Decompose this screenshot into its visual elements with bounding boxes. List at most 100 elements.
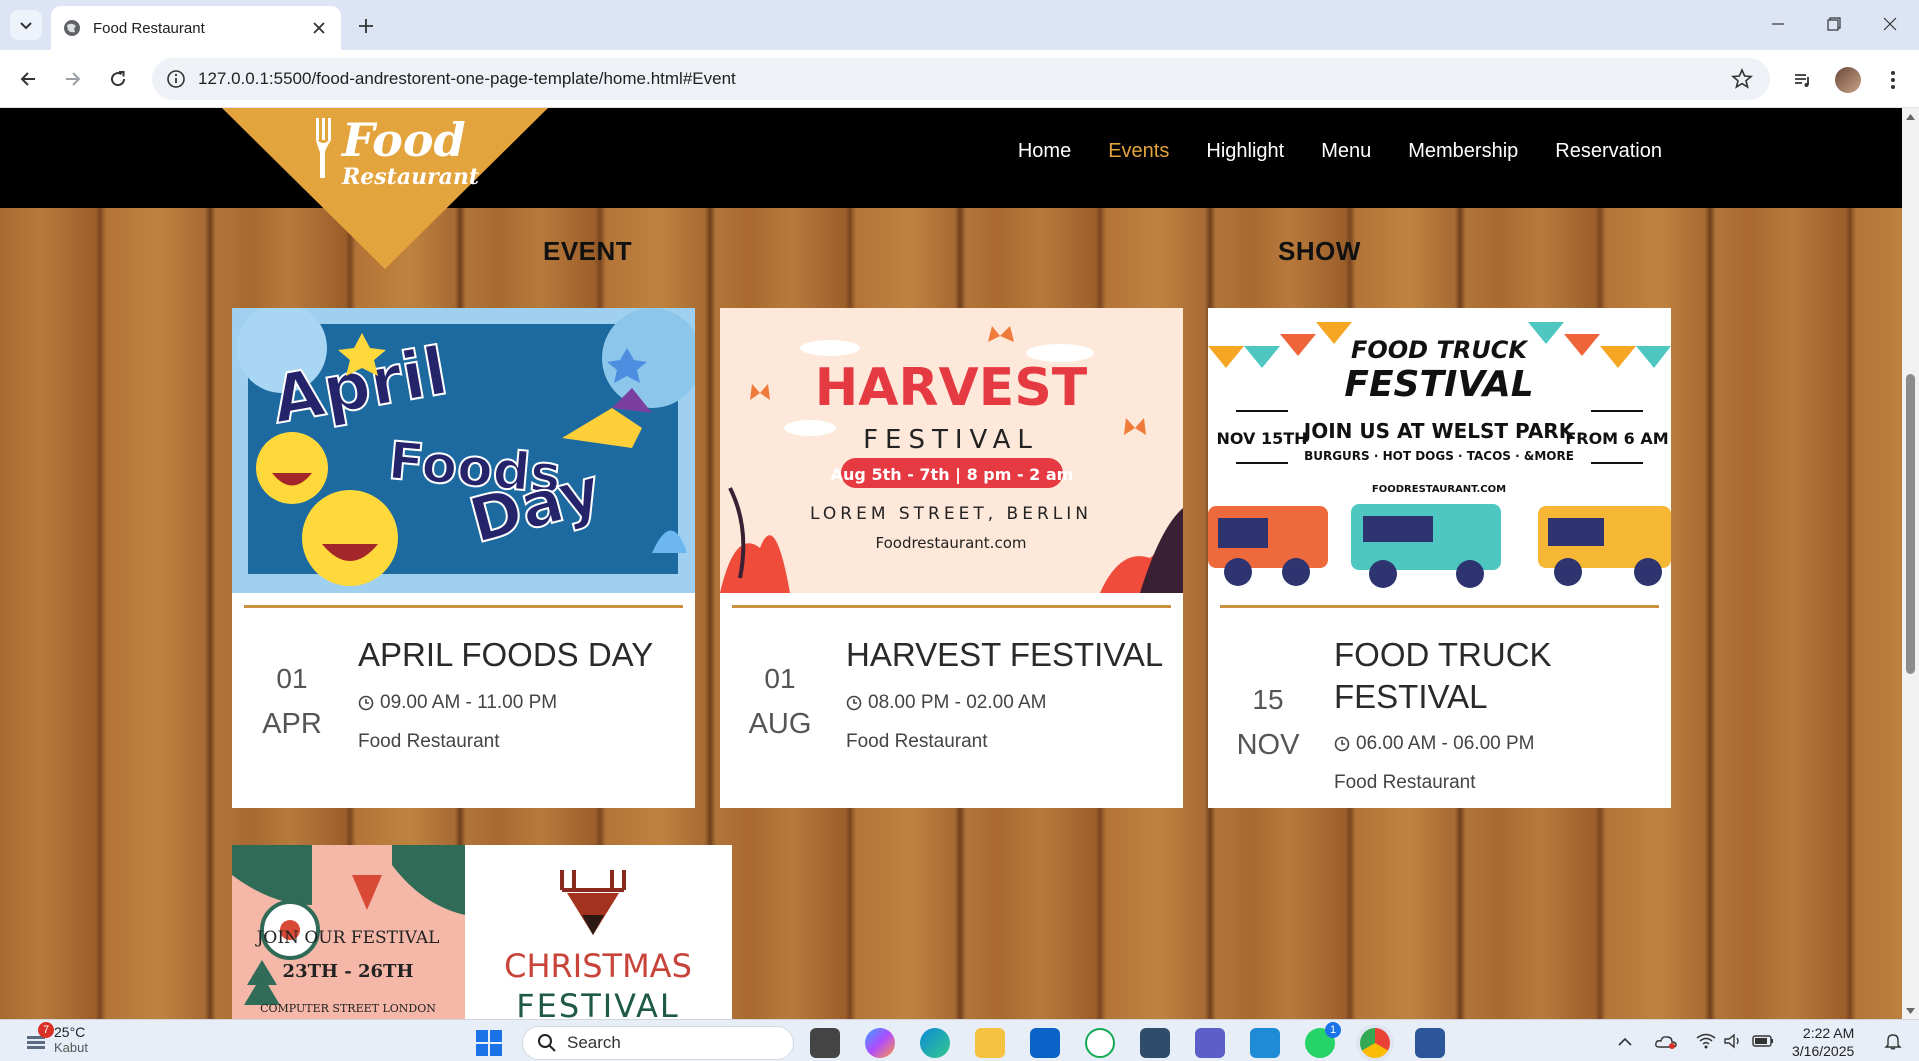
mysql-workbench-icon[interactable]	[1140, 1028, 1170, 1058]
svg-text:COMPUTER STREET LONDON: COMPUTER STREET LONDON	[260, 1002, 436, 1015]
search-icon	[538, 1034, 556, 1052]
chrome-icon[interactable]	[1360, 1028, 1390, 1058]
edge-icon[interactable]	[920, 1028, 950, 1058]
notification-bell-icon[interactable]	[1882, 1030, 1904, 1052]
profile-button[interactable]	[1831, 63, 1865, 97]
event-title[interactable]: APRIL FOODS DAY	[358, 634, 688, 676]
nav-reservation[interactable]: Reservation	[1555, 140, 1662, 163]
wifi-icon[interactable]	[1695, 1030, 1717, 1052]
nav-highlight[interactable]: Highlight	[1206, 140, 1284, 163]
restore-button[interactable]	[1814, 8, 1854, 40]
close-window-button[interactable]	[1870, 8, 1910, 40]
file-explorer-icon[interactable]	[975, 1028, 1005, 1058]
page-scrollbar[interactable]	[1902, 108, 1919, 1019]
arrow-right-icon	[66, 72, 81, 86]
scroll-down-arrow-icon[interactable]	[1905, 1005, 1916, 1016]
card-divider	[732, 605, 1171, 608]
svg-text:BURGURS · HOT DOGS · TACOS · &: BURGURS · HOT DOGS · TACOS · &MORE	[1304, 449, 1574, 463]
weather-temperature: 25°C	[54, 1024, 86, 1040]
start-button[interactable]	[474, 1028, 504, 1058]
section-heading-show: SHOW	[1278, 236, 1361, 266]
taskbar-clock[interactable]: 2:22 AM 3/16/2025	[1792, 1024, 1854, 1060]
clock-icon	[1334, 736, 1350, 752]
tab-title: Food Restaurant	[93, 19, 205, 37]
nav-membership[interactable]: Membership	[1408, 140, 1518, 163]
bookmark-star-icon[interactable]	[1730, 67, 1754, 91]
teams-icon[interactable]	[1195, 1028, 1225, 1058]
event-month: AUG	[748, 708, 812, 740]
svg-text:FESTIVAL: FESTIVAL	[516, 987, 679, 1019]
event-time: 08.00 PM - 02.00 AM	[846, 692, 1047, 714]
weather-condition: Kabut	[54, 1040, 88, 1055]
event-day: 01	[276, 663, 308, 694]
scrollbar-thumb[interactable]	[1906, 374, 1915, 674]
section-heading-event: EVENT	[543, 236, 633, 266]
windows-taskbar: 7 25°C Kabut Search 1 2:22 AM 3/16/2025	[0, 1019, 1919, 1061]
weather-icon: 7	[24, 1021, 54, 1052]
card-divider	[244, 605, 683, 608]
food-truck-festival-poster: FOOD TRUCK FESTIVAL JOIN US AT WELST PAR…	[1208, 308, 1671, 593]
clock-date: 3/16/2025	[1792, 1043, 1855, 1059]
event-day: 15	[1252, 684, 1284, 715]
event-venue: Food Restaurant	[846, 731, 988, 752]
browser-tab[interactable]: Food Restaurant	[51, 6, 341, 50]
nav-events[interactable]: Events	[1108, 140, 1169, 163]
show-hidden-icons-chevron-icon[interactable]	[1614, 1030, 1636, 1052]
close-tab-icon[interactable]	[309, 18, 329, 38]
nav-menu[interactable]: Menu	[1321, 140, 1371, 163]
onedrive-icon[interactable]	[1655, 1030, 1677, 1052]
site-logo[interactable]: Food Restaurant	[220, 108, 550, 271]
volume-icon[interactable]	[1722, 1030, 1744, 1052]
taskbar-search[interactable]: Search	[522, 1026, 794, 1060]
new-tab-button[interactable]	[352, 12, 380, 40]
christmas-festival-poster: JOIN OUR FESTIVAL 23TH - 26TH COMPUTER S…	[232, 845, 732, 1019]
svg-text:JOIN US AT WELST PARK: JOIN US AT WELST PARK	[1302, 419, 1576, 443]
logo-text-restaurant: Restaurant	[341, 164, 479, 190]
forward-button[interactable]	[57, 63, 89, 95]
info-icon[interactable]	[166, 69, 186, 89]
task-view-icon[interactable]	[810, 1028, 840, 1058]
event-card-april-foods-day[interactable]: April Foods Day 01 APR APRIL FOODS DAY 0…	[232, 308, 695, 808]
svg-text:FOOD TRUCK: FOOD TRUCK	[1351, 336, 1529, 364]
event-time-text: 08.00 PM - 02.00 AM	[868, 692, 1047, 713]
more-vertical-icon	[1891, 71, 1895, 89]
svg-text:Aug 5th - 7th | 8 pm - 2 am: Aug 5th - 7th | 8 pm - 2 am	[831, 465, 1074, 485]
url-text[interactable]: 127.0.0.1:5500/food-andrestorent-one-pag…	[198, 69, 1730, 89]
svg-text:FOODRESTAURANT.COM: FOODRESTAURANT.COM	[1372, 484, 1506, 495]
whatsapp-icon[interactable]: 1	[1305, 1022, 1341, 1058]
address-bar[interactable]: 127.0.0.1:5500/food-andrestorent-one-pag…	[152, 58, 1770, 100]
svg-text:23TH - 26TH: 23TH - 26TH	[283, 961, 414, 982]
search-label: Search	[567, 1033, 621, 1052]
outlook-icon[interactable]	[1030, 1028, 1060, 1058]
event-venue: Food Restaurant	[1334, 772, 1476, 793]
svg-text:HARVEST: HARVEST	[815, 358, 1088, 418]
minimize-button[interactable]	[1758, 8, 1798, 40]
svg-text:Foodrestaurant.com: Foodrestaurant.com	[876, 534, 1027, 552]
battery-icon[interactable]	[1752, 1030, 1774, 1052]
tab-search-button[interactable]	[10, 10, 42, 40]
mongodb-icon[interactable]	[1085, 1028, 1115, 1058]
back-button[interactable]	[12, 63, 44, 95]
event-month: APR	[262, 708, 322, 740]
browser-menu-button[interactable]	[1876, 63, 1910, 97]
browser-tab-strip: Food Restaurant	[0, 0, 1919, 50]
scroll-up-arrow-icon[interactable]	[1905, 111, 1916, 122]
logo-text-food: Food	[340, 113, 466, 167]
weather-widget[interactable]: 7 25°C Kabut	[24, 1021, 88, 1055]
media-control-button[interactable]	[1786, 63, 1820, 97]
main-nav: Home Events Highlight Menu Membership Re…	[1018, 140, 1662, 163]
event-venue: Food Restaurant	[358, 731, 500, 752]
reload-button[interactable]	[102, 63, 134, 95]
event-card-christmas-festival[interactable]: JOIN OUR FESTIVAL 23TH - 26TH COMPUTER S…	[232, 845, 732, 1019]
nav-home[interactable]: Home	[1018, 140, 1071, 163]
vscode-icon[interactable]	[1250, 1028, 1280, 1058]
event-time-text: 09.00 AM - 11.00 PM	[380, 692, 558, 713]
event-title[interactable]: FOOD TRUCK FESTIVAL	[1334, 634, 1664, 718]
event-title[interactable]: HARVEST FESTIVAL	[846, 634, 1176, 676]
clock-icon	[846, 695, 862, 711]
event-card-food-truck-festival[interactable]: FOOD TRUCK FESTIVAL JOIN US AT WELST PAR…	[1208, 308, 1671, 808]
event-card-harvest-festival[interactable]: HARVEST FESTIVAL Aug 5th - 7th | 8 pm - …	[720, 308, 1183, 808]
event-day: 01	[764, 663, 796, 694]
copilot-icon[interactable]	[865, 1028, 895, 1058]
word-icon[interactable]	[1415, 1028, 1445, 1058]
